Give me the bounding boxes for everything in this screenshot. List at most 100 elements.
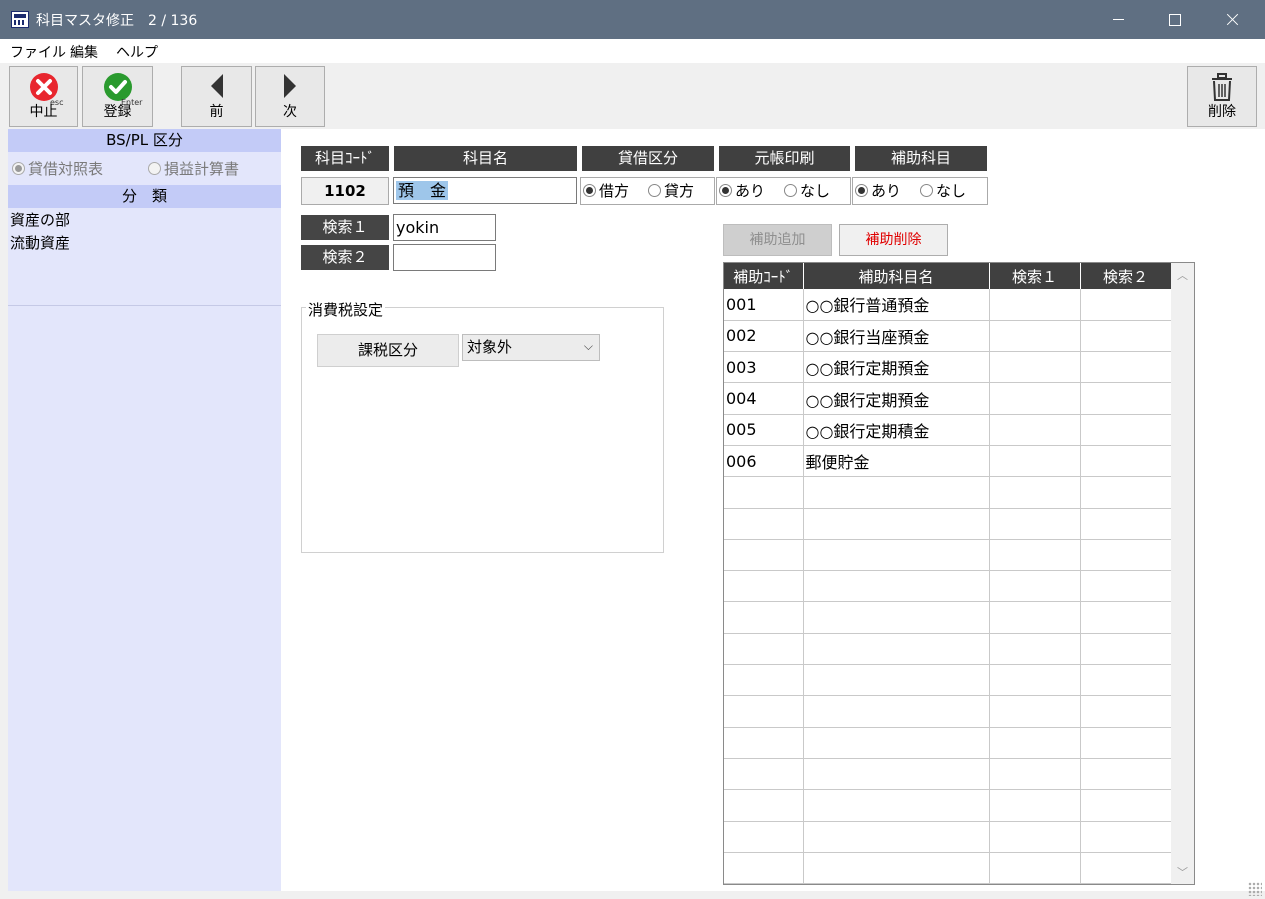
table-cell[interactable]: [1080, 789, 1172, 822]
table-cell[interactable]: [803, 821, 990, 853]
table-cell[interactable]: [989, 821, 1081, 853]
table-cell[interactable]: [1080, 445, 1172, 478]
search1-input[interactable]: yokin: [393, 214, 496, 241]
table-cell[interactable]: 002: [724, 320, 804, 353]
delete-sub-account-button[interactable]: 補助削除: [839, 224, 948, 256]
table-cell[interactable]: [1080, 351, 1172, 384]
table-cell[interactable]: [1080, 570, 1172, 603]
menu-file[interactable]: ファイル: [10, 42, 66, 62]
table-cell[interactable]: [724, 633, 804, 666]
table-cell[interactable]: [803, 695, 990, 728]
table-cell[interactable]: [803, 633, 990, 666]
table-cell[interactable]: [989, 382, 1081, 415]
table-cell[interactable]: [1080, 289, 1172, 321]
prev-button[interactable]: 前: [181, 66, 252, 127]
table-cell[interactable]: [1080, 508, 1172, 540]
table-cell[interactable]: [1080, 539, 1172, 572]
radio-ledger-yes[interactable]: あり: [719, 178, 765, 204]
table-row[interactable]: [724, 727, 1172, 759]
radio-sub-yes[interactable]: あり: [855, 178, 901, 204]
table-row[interactable]: [724, 852, 1172, 884]
table-cell[interactable]: [1080, 414, 1172, 446]
table-cell[interactable]: [724, 570, 804, 603]
table-cell[interactable]: [989, 664, 1081, 697]
table-cell[interactable]: 005: [724, 414, 804, 446]
close-button[interactable]: [1204, 0, 1260, 39]
table-row[interactable]: 002 ○○銀行当座預金: [724, 320, 1172, 353]
radio-ledger-no[interactable]: なし: [784, 178, 830, 204]
table-cell[interactable]: [1080, 727, 1172, 759]
maximize-button[interactable]: [1147, 0, 1203, 39]
table-cell[interactable]: [989, 414, 1081, 446]
table-row[interactable]: [724, 539, 1172, 572]
table-cell[interactable]: [724, 695, 804, 728]
col-header-code[interactable]: 補助ｺｰﾄﾞ: [724, 263, 804, 289]
table-cell[interactable]: [989, 476, 1081, 509]
grid-scrollbar[interactable]: ︿ ﹀: [1171, 263, 1194, 884]
delete-button[interactable]: 削除: [1187, 66, 1257, 127]
table-cell[interactable]: [989, 289, 1081, 321]
table-row[interactable]: [724, 695, 1172, 728]
table-cell[interactable]: [724, 539, 804, 572]
radio-income-statement[interactable]: 損益計算書: [148, 158, 239, 179]
table-cell[interactable]: [803, 852, 990, 884]
table-cell[interactable]: [1080, 821, 1172, 853]
table-row[interactable]: 006 郵便貯金: [724, 445, 1172, 478]
table-row[interactable]: [724, 758, 1172, 791]
table-cell[interactable]: 001: [724, 289, 804, 321]
register-button[interactable]: Enter 登録: [82, 66, 153, 127]
table-cell[interactable]: [803, 758, 990, 791]
search2-input[interactable]: [393, 244, 496, 271]
table-cell[interactable]: [1080, 476, 1172, 509]
account-name-field[interactable]: 預 金: [393, 177, 577, 204]
table-cell[interactable]: 006: [724, 445, 804, 478]
table-row[interactable]: [724, 821, 1172, 853]
table-row[interactable]: [724, 664, 1172, 697]
tax-category-select[interactable]: 対象外 ⌵: [462, 334, 600, 361]
table-cell[interactable]: [1080, 852, 1172, 884]
table-row[interactable]: 005 ○○銀行定期積金: [724, 414, 1172, 446]
radio-debit[interactable]: 借方: [583, 178, 629, 204]
table-cell[interactable]: [989, 445, 1081, 478]
table-row[interactable]: [724, 601, 1172, 634]
table-cell[interactable]: [803, 664, 990, 697]
table-cell[interactable]: [724, 758, 804, 791]
table-cell[interactable]: [989, 570, 1081, 603]
table-row[interactable]: 001 ○○銀行普通預金: [724, 289, 1172, 321]
table-row[interactable]: 003 ○○銀行定期預金: [724, 351, 1172, 384]
table-cell[interactable]: [803, 508, 990, 540]
radio-credit[interactable]: 貸方: [648, 178, 694, 204]
menu-help[interactable]: ヘルプ: [116, 42, 158, 62]
table-cell[interactable]: [989, 727, 1081, 759]
radio-sub-no[interactable]: なし: [920, 178, 966, 204]
table-cell[interactable]: [724, 727, 804, 759]
table-cell[interactable]: [989, 351, 1081, 384]
class-item[interactable]: 資産の部: [8, 210, 281, 233]
table-row[interactable]: [724, 789, 1172, 822]
table-cell[interactable]: 郵便貯金: [803, 445, 990, 478]
table-cell[interactable]: [1080, 320, 1172, 353]
table-cell[interactable]: [803, 727, 990, 759]
resize-grip-icon[interactable]: [1248, 882, 1262, 896]
table-cell[interactable]: [989, 539, 1081, 572]
table-cell[interactable]: [989, 852, 1081, 884]
table-row[interactable]: [724, 570, 1172, 603]
table-cell[interactable]: [724, 664, 804, 697]
table-cell[interactable]: [1080, 695, 1172, 728]
table-cell[interactable]: [1080, 601, 1172, 634]
table-cell[interactable]: ○○銀行普通預金: [803, 289, 990, 321]
table-cell[interactable]: [724, 821, 804, 853]
table-cell[interactable]: [989, 789, 1081, 822]
table-cell[interactable]: [989, 601, 1081, 634]
col-header-search1[interactable]: 検索１: [989, 263, 1081, 289]
table-cell[interactable]: ○○銀行定期積金: [803, 414, 990, 446]
scroll-up-icon[interactable]: ︿: [1177, 267, 1188, 283]
table-cell[interactable]: 004: [724, 382, 804, 415]
table-cell[interactable]: [803, 570, 990, 603]
table-cell[interactable]: [989, 758, 1081, 791]
table-row[interactable]: [724, 633, 1172, 666]
table-cell[interactable]: [1080, 633, 1172, 666]
table-cell[interactable]: ○○銀行定期預金: [803, 351, 990, 384]
class-item[interactable]: 流動資産: [8, 233, 281, 256]
table-cell[interactable]: 003: [724, 351, 804, 384]
